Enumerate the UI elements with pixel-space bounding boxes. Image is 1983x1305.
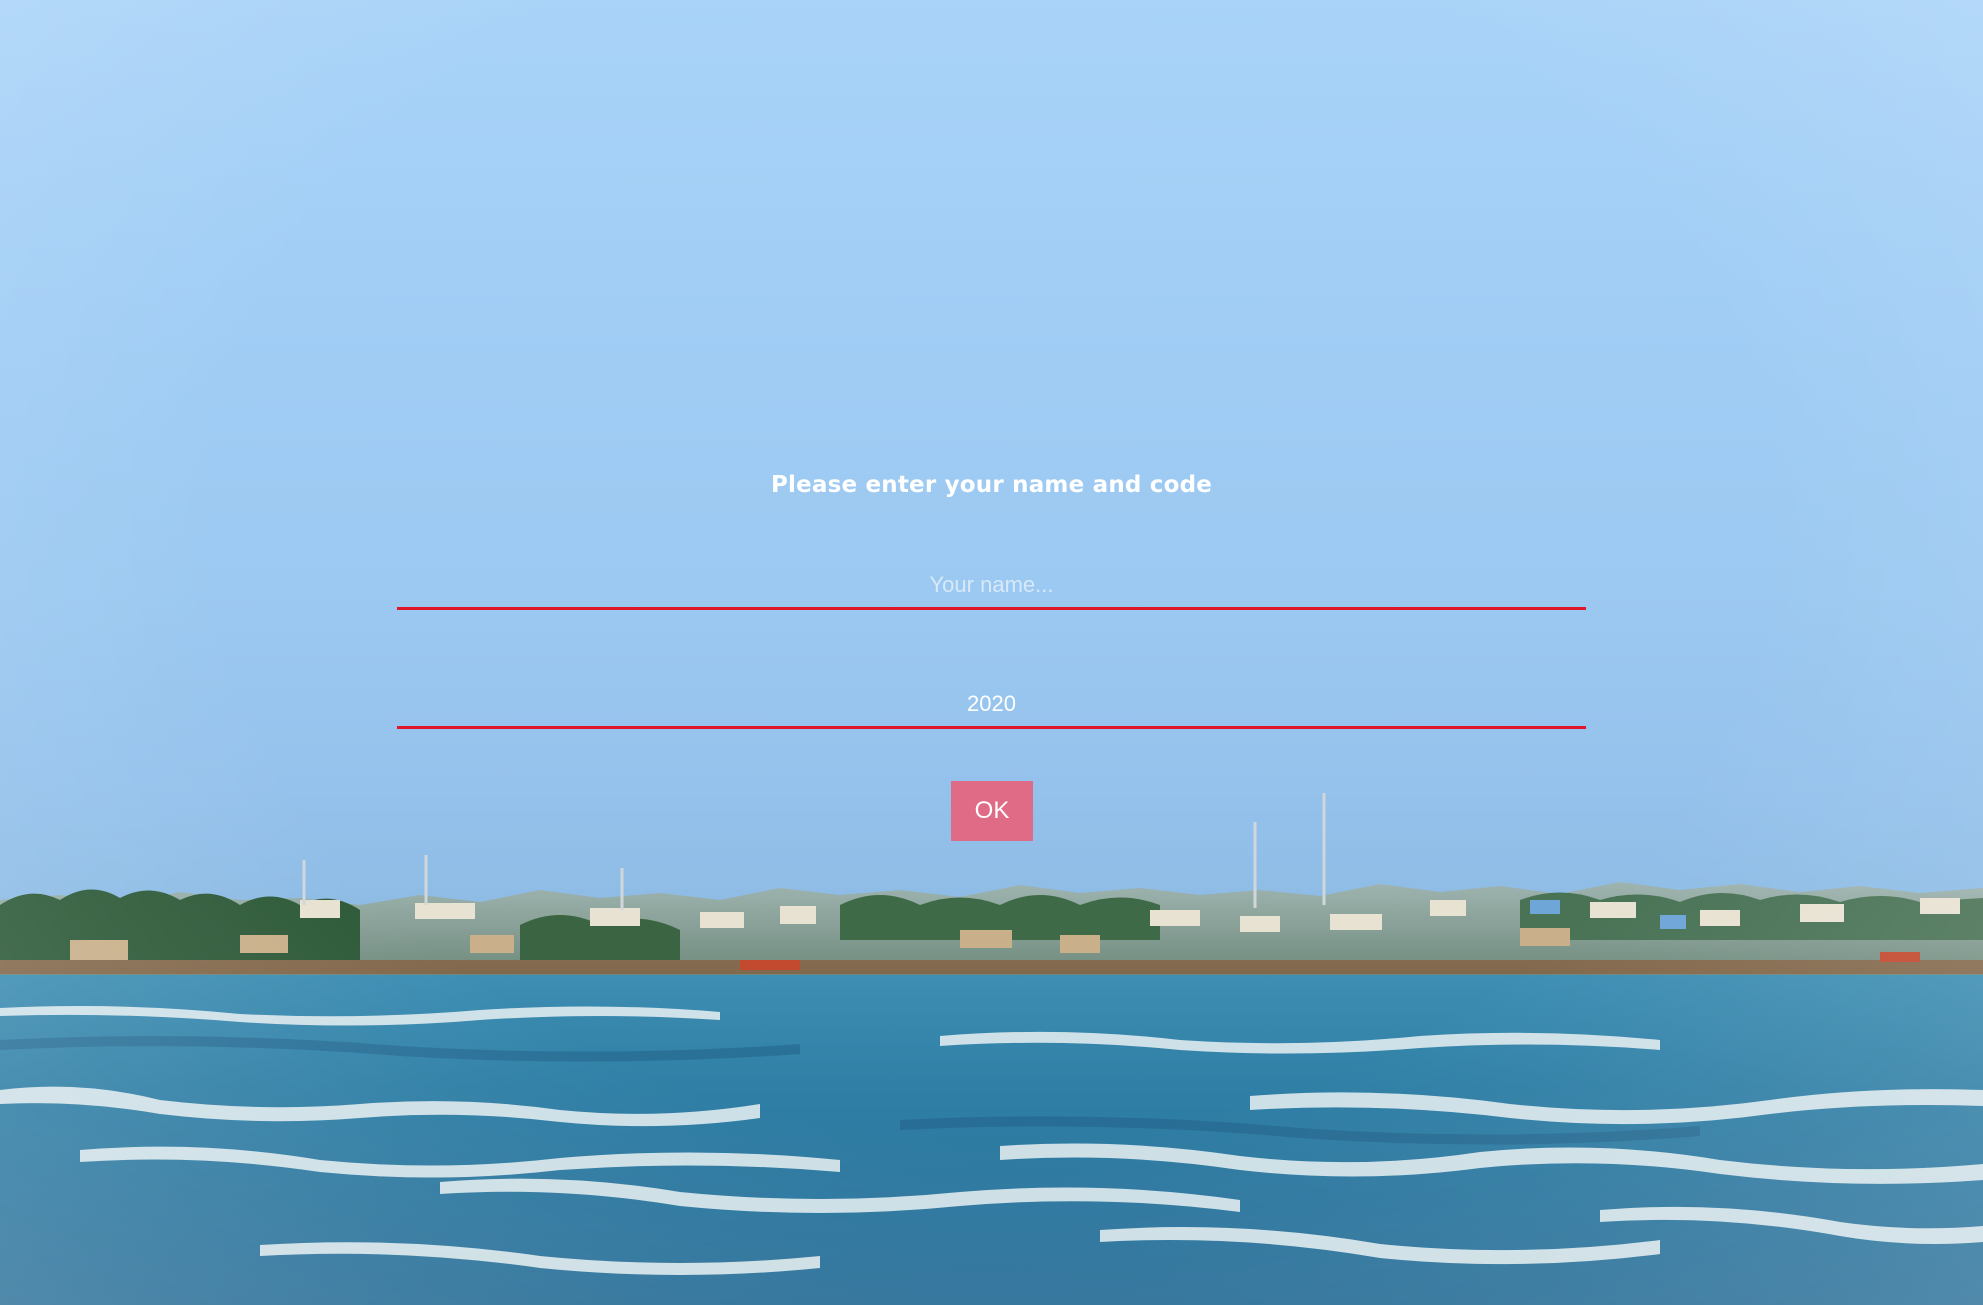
form-title: Please enter your name and code — [770, 472, 1213, 498]
ok-button[interactable]: OK — [951, 781, 1033, 841]
code-input[interactable] — [397, 682, 1586, 729]
login-screen: Please enter your name and code OK — [0, 0, 1983, 1305]
name-input[interactable] — [397, 563, 1586, 610]
login-form: Please enter your name and code OK — [0, 0, 1983, 1305]
